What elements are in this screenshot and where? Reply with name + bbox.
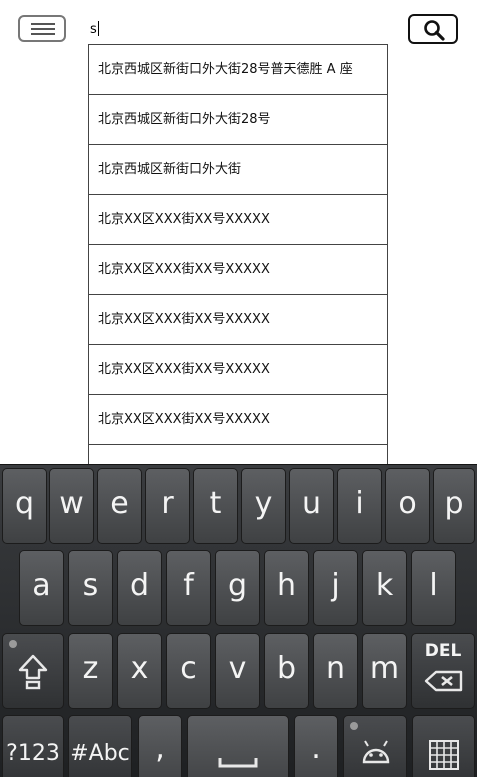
shift-icon bbox=[18, 654, 48, 690]
key-r[interactable]: r bbox=[145, 468, 190, 544]
key-j[interactable]: j bbox=[313, 550, 358, 626]
input-mode-key[interactable]: #Abc bbox=[68, 715, 132, 777]
suggestion-item[interactable]: 北京XX区XXX街XX号XXXXX bbox=[89, 244, 387, 294]
keypad-key[interactable] bbox=[412, 715, 475, 777]
key-x[interactable]: x bbox=[117, 633, 162, 709]
period-key[interactable]: . bbox=[294, 715, 338, 777]
backspace-icon bbox=[424, 670, 463, 692]
screen: s 北京西城区新街口外大街28号普天德胜 A 座 北京西城区新街口外大街28号 … bbox=[0, 0, 477, 777]
key-d[interactable]: d bbox=[117, 550, 162, 626]
key-f[interactable]: f bbox=[166, 550, 211, 626]
space-key[interactable] bbox=[187, 715, 289, 777]
keypad-icon bbox=[429, 740, 459, 770]
suggestion-item[interactable]: 北京西城区新街口外大街28号 bbox=[89, 94, 387, 144]
key-c[interactable]: c bbox=[166, 633, 211, 709]
input-mode-label: #Abc bbox=[70, 741, 130, 766]
key-e[interactable]: e bbox=[97, 468, 142, 544]
search-icon bbox=[424, 20, 445, 41]
suggestion-list: 北京西城区新街口外大街28号普天德胜 A 座 北京西城区新街口外大街28号 北京… bbox=[88, 44, 388, 464]
suggestion-item[interactable]: 北京西城区新街口外大街 bbox=[89, 144, 387, 194]
menu-icon bbox=[31, 23, 55, 25]
key-t[interactable]: t bbox=[193, 468, 238, 544]
key-q[interactable]: q bbox=[2, 468, 47, 544]
key-o[interactable]: o bbox=[385, 468, 430, 544]
search-input[interactable]: s bbox=[88, 16, 390, 44]
key-k[interactable]: k bbox=[362, 550, 407, 626]
key-i[interactable]: i bbox=[337, 468, 382, 544]
menu-button[interactable] bbox=[18, 15, 66, 42]
suggestion-item[interactable]: 北京XX区XXX街XX号XXXXX bbox=[89, 194, 387, 244]
suggestion-item[interactable]: 北京XX区XXX街XX号XXXXX bbox=[89, 344, 387, 394]
suggestion-item[interactable]: 北京XX区XXX街XX号XXXXX bbox=[89, 394, 387, 444]
comma-key[interactable]: , bbox=[138, 715, 182, 777]
key-u[interactable]: u bbox=[289, 468, 334, 544]
voice-key[interactable] bbox=[343, 715, 407, 777]
key-l[interactable]: l bbox=[411, 550, 456, 626]
delete-key[interactable]: DEL bbox=[411, 633, 475, 709]
symbols-key[interactable]: ?123 bbox=[2, 715, 64, 777]
key-z[interactable]: z bbox=[68, 633, 113, 709]
search-button[interactable] bbox=[408, 14, 458, 44]
suggestion-item[interactable]: 北京XX区XXX街XX号XXXXX bbox=[89, 294, 387, 344]
space-icon bbox=[218, 758, 258, 768]
key-a[interactable]: a bbox=[19, 550, 64, 626]
search-query: s bbox=[90, 22, 97, 37]
voice-key-indicator bbox=[350, 722, 358, 730]
menu-icon-bar-2 bbox=[31, 28, 55, 30]
shift-key[interactable] bbox=[2, 633, 64, 709]
key-p[interactable]: p bbox=[433, 468, 475, 544]
suggestion-item[interactable]: 北京西城区新街口外大街28号普天德胜 A 座 bbox=[89, 44, 387, 94]
soft-keyboard: q w e r t y u i o p a s d f g h j k l z … bbox=[0, 464, 477, 777]
key-g[interactable]: g bbox=[215, 550, 260, 626]
key-m[interactable]: m bbox=[362, 633, 407, 709]
android-icon bbox=[362, 740, 390, 764]
menu-icon-bar-3 bbox=[31, 33, 55, 35]
key-y[interactable]: y bbox=[241, 468, 286, 544]
key-w[interactable]: w bbox=[49, 468, 94, 544]
key-v[interactable]: v bbox=[215, 633, 260, 709]
suggestion-item[interactable] bbox=[89, 444, 387, 464]
shift-lock-indicator bbox=[9, 640, 17, 648]
key-b[interactable]: b bbox=[264, 633, 309, 709]
delete-key-label: DEL bbox=[424, 641, 462, 661]
text-caret bbox=[97, 21, 99, 36]
key-h[interactable]: h bbox=[264, 550, 309, 626]
key-n[interactable]: n bbox=[313, 633, 358, 709]
key-s[interactable]: s bbox=[68, 550, 113, 626]
